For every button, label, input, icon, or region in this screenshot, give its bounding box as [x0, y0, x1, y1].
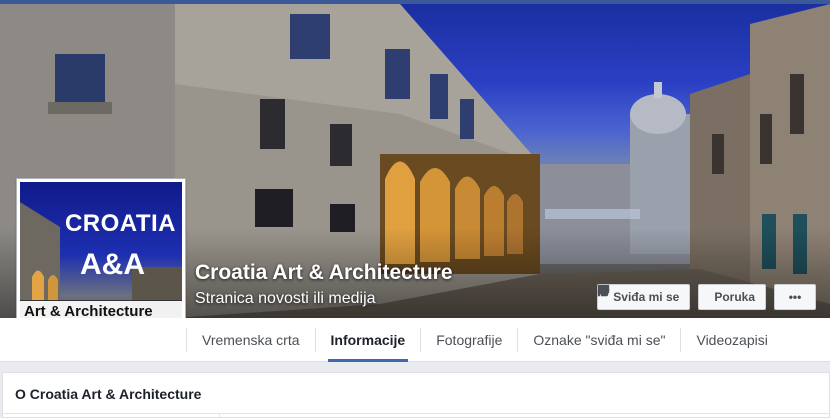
profile-text-croatia: CROATIA — [64, 210, 176, 237]
about-panel: O Croatia Art & Architecture — [2, 372, 830, 418]
tab-likes[interactable]: Oznake "sviđa mi se" — [518, 318, 680, 362]
about-panel-title: O Croatia Art & Architecture — [15, 386, 202, 402]
profile-text-aa: A&A — [80, 248, 145, 281]
more-dots-label: ••• — [788, 290, 802, 304]
page-nav: Vremenska crta Informacije Fotografije O… — [0, 318, 830, 362]
like-button[interactable]: Sviđa mi se — [597, 284, 691, 310]
message-button[interactable]: Poruka — [598, 284, 766, 310]
about-divider — [3, 413, 829, 414]
about-column-divider — [219, 414, 220, 418]
tab-about[interactable]: Informacije — [316, 318, 421, 362]
page-category[interactable]: Stranica novosti ili medija — [195, 290, 376, 308]
tab-photos[interactable]: Fotografije — [421, 318, 517, 362]
cover-action-bar: Sviđa mi se Poruka ••• — [597, 284, 816, 310]
nav-tabs: Vremenska crta Informacije Fotografije O… — [186, 318, 783, 362]
message-button-label: Poruka — [714, 290, 755, 304]
more-options-button[interactable]: ••• — [774, 284, 816, 310]
tab-videos[interactable]: Videozapisi — [681, 318, 782, 362]
page-title[interactable]: Croatia Art & Architecture — [195, 261, 453, 285]
tab-timeline[interactable]: Vremenska crta — [187, 318, 315, 362]
like-button-label: Sviđa mi se — [613, 290, 680, 304]
